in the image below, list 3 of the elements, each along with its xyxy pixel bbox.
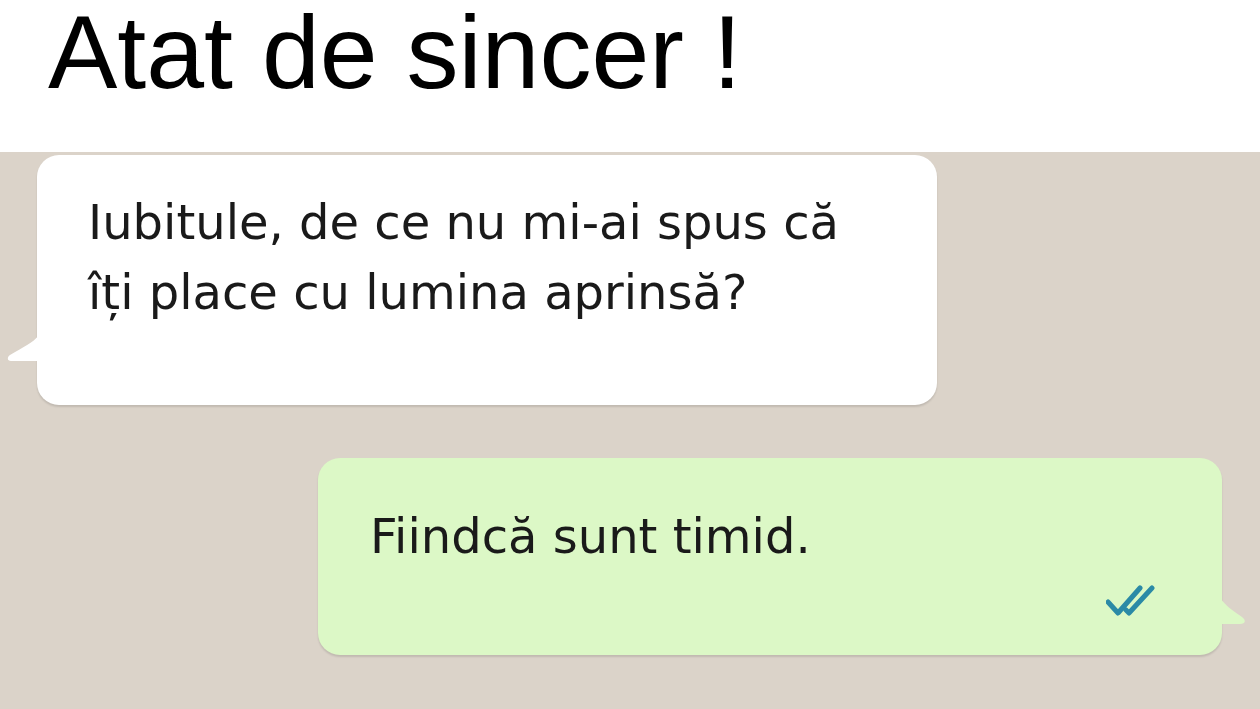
post-title: Atat de sincer !: [48, 0, 743, 104]
message-text: Iubitule, de ce nu mi-ai spus că îți place cu lumina aprinsă?: [88, 193, 840, 323]
message-text: Fiindcă sunt timid.: [370, 507, 812, 566]
